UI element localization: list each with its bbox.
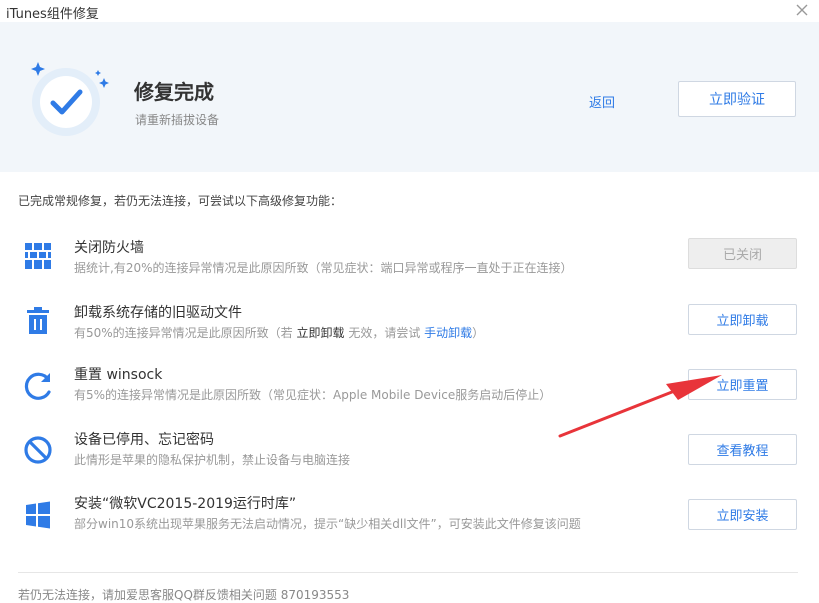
divider (18, 572, 798, 573)
item-description: 部分win10系统出现苹果服务无法启动情况，提示“缺少相关dll文件”，可安装此… (74, 517, 581, 531)
list-item-reset-winsock: 重置 winsock 有5%的连接异常情况是此原因所致（常见症状：Apple M… (0, 364, 819, 424)
firewall-closed-button: 已关闭 (688, 238, 797, 269)
page-title: 修复完成 (134, 80, 214, 104)
desc-text: 有50%的连接异常情况是此原因所致（若 (74, 326, 297, 340)
uninstall-now-text: 立即卸载 (296, 326, 345, 340)
reset-now-button[interactable]: 立即重置 (688, 369, 797, 400)
item-description: 据统计,有20%的连接异常情况是此原因所致（常见症状：端口异常或程序一直处于正在… (74, 261, 573, 275)
title-bar: iTunes组件修复 (0, 0, 819, 22)
close-icon[interactable] (793, 1, 811, 19)
view-tutorial-button[interactable]: 查看教程 (688, 434, 797, 465)
item-title: 安装“微软VC2015-2019运行时库” (74, 496, 297, 512)
list-item-uninstall-drivers: 卸载系统存储的旧驱动文件 有50%的连接异常情况是此原因所致（若 立即卸载 无效… (0, 302, 819, 362)
desc-text: ） (472, 326, 485, 340)
desc-text: 无效，请尝试 (344, 326, 425, 340)
verify-now-button[interactable]: 立即验证 (678, 81, 796, 117)
trash-icon (27, 307, 49, 334)
item-description: 有50%的连接异常情况是此原因所致（若 立即卸载 无效，请尝试 手动卸载） (74, 324, 484, 341)
item-title: 重置 winsock (74, 367, 163, 383)
result-header: 修复完成 请重新插拔设备 返回 立即验证 (0, 22, 819, 172)
list-item-firewall: 关闭防火墙 据统计,有20%的连接异常情况是此原因所致（常见症状：端口异常或程序… (0, 237, 819, 297)
success-check-icon (31, 62, 109, 136)
window-title: iTunes组件修复 (6, 7, 99, 22)
item-description: 此情形是苹果的隐私保护机制，禁止设备与电脑连接 (74, 453, 351, 467)
uninstall-now-button[interactable]: 立即卸载 (688, 304, 797, 335)
footer-help-text: 若仍无法连接，请加爱思客服QQ群反馈相关问题 870193553 (18, 588, 350, 602)
refresh-icon (24, 372, 51, 400)
list-item-install-vc-runtime: 安装“微软VC2015-2019运行时库” 部分win10系统出现苹果服务无法启… (0, 493, 819, 553)
windows-icon (26, 501, 50, 529)
page-subtitle: 请重新插拔设备 (135, 113, 220, 127)
intro-text: 已完成常规修复，若仍无法连接，可尝试以下高级修复功能： (18, 194, 343, 208)
item-title: 设备已停用、忘记密码 (74, 432, 214, 448)
list-item-device-disabled: 设备已停用、忘记密码 此情形是苹果的隐私保护机制，禁止设备与电脑连接 查看教程 (0, 429, 819, 489)
item-title: 卸载系统存储的旧驱动文件 (74, 305, 242, 321)
install-now-button[interactable]: 立即安装 (688, 499, 797, 530)
prohibited-icon (24, 436, 52, 464)
manual-uninstall-link[interactable]: 手动卸载 (424, 326, 472, 340)
firewall-icon (25, 243, 51, 269)
item-description: 有5%的连接异常情况是此原因所致（常见症状：Apple Mobile Devic… (74, 388, 552, 402)
item-title: 关闭防火墙 (74, 240, 144, 256)
back-link[interactable]: 返回 (589, 92, 615, 111)
